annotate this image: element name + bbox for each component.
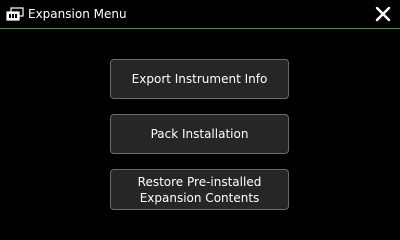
window-title: Expansion Menu	[28, 7, 127, 21]
expansion-pack-icon	[6, 7, 24, 21]
restore-label-line2: Expansion Contents	[139, 190, 260, 205]
title-divider	[0, 28, 400, 29]
export-instrument-info-button[interactable]: Export Instrument Info	[110, 59, 289, 99]
export-instrument-info-label: Export Instrument Info	[131, 72, 268, 86]
pack-installation-button[interactable]: Pack Installation	[110, 114, 289, 154]
restore-preinstalled-button[interactable]: Restore Pre-installed Expansion Contents	[110, 169, 289, 210]
pack-installation-label: Pack Installation	[150, 127, 249, 141]
close-icon[interactable]	[374, 5, 392, 23]
restore-label-line1: Restore Pre-installed	[137, 174, 262, 189]
title-bar: Expansion Menu	[0, 0, 400, 28]
